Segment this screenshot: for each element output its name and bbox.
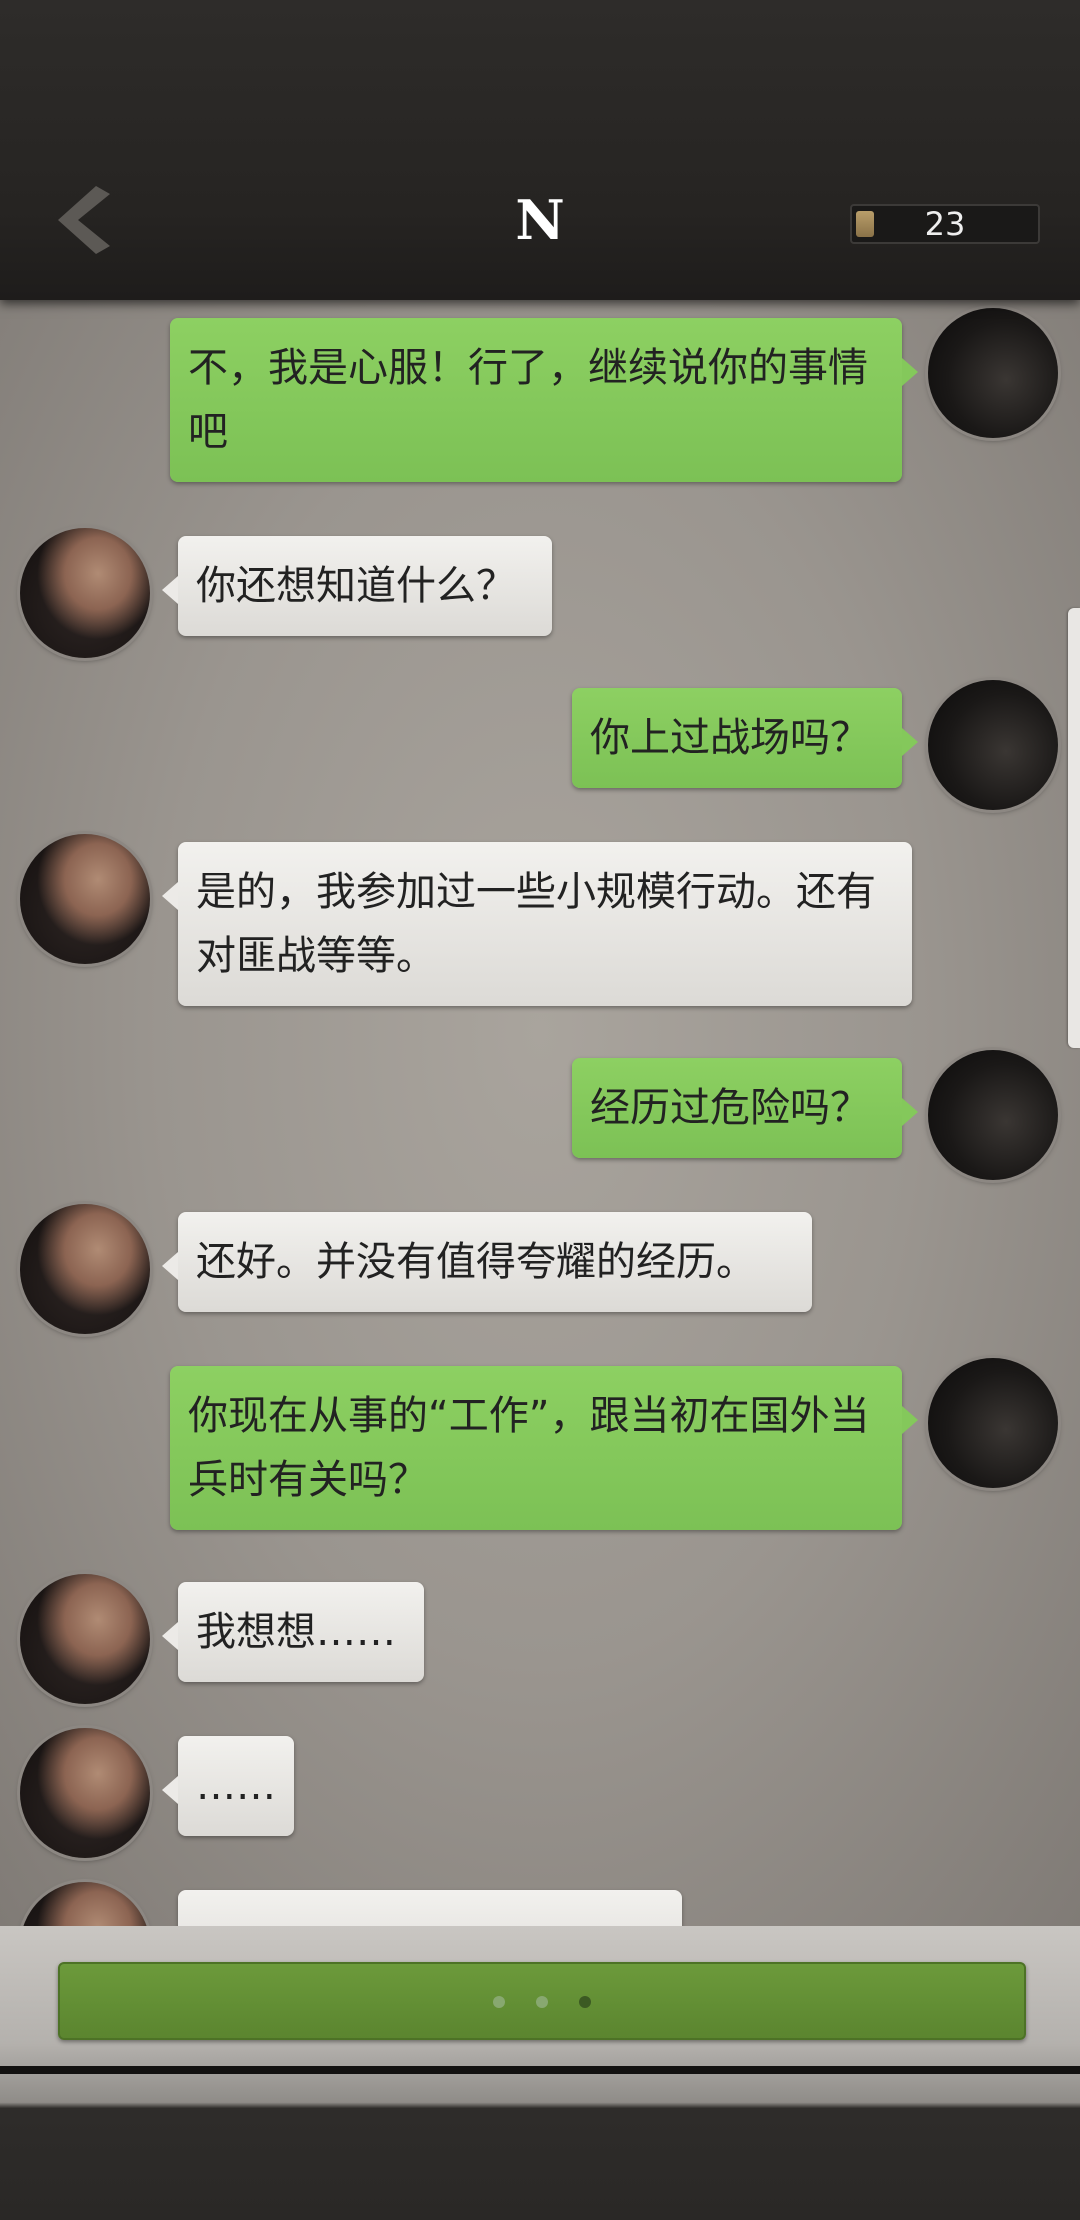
continue-button[interactable] — [58, 1962, 1026, 2040]
avatar-contact[interactable] — [20, 1574, 150, 1704]
typing-dot — [536, 1995, 548, 2008]
avatar-contact[interactable] — [20, 1728, 150, 1858]
avatar-me[interactable] — [928, 680, 1058, 810]
avatar-contact[interactable] — [20, 1882, 150, 1926]
avatar-me[interactable] — [928, 1050, 1058, 1180]
counter-value: 23 — [924, 205, 966, 243]
message-bubble-me: 你现在从事的“工作”，跟当初在国外当兵时有关吗？ — [170, 1366, 918, 1530]
divider — [0, 2066, 1080, 2074]
message-bubble-contact: 是的，我参加过一些小规模行动。还有对匪战等等。 — [162, 842, 912, 1006]
message-bubble-contact: 你还想知道什么？ — [162, 536, 552, 636]
message-bubble-me: 不，我是心服！行了，继续说你的事情吧 — [170, 318, 918, 482]
avatar-me[interactable] — [928, 1358, 1058, 1488]
avatar-me[interactable] — [928, 308, 1058, 438]
avatar-contact[interactable] — [20, 528, 150, 658]
top-bar: N 23 — [0, 0, 1080, 300]
avatar-contact[interactable] — [20, 834, 150, 964]
message-bubble-me: 你上过战场吗？ — [572, 688, 918, 788]
message-bubble-contact — [178, 1890, 682, 1926]
counter-badge: 23 — [850, 204, 1040, 244]
scrollbar[interactable] — [1068, 608, 1080, 1048]
chat-area[interactable]: 不，我是心服！行了，继续说你的事情吧 你还想知道什么？ 你上过战场吗？ 是的，我… — [0, 300, 1080, 1926]
message-bubble-contact: 还好。并没有值得夸耀的经历。 — [162, 1212, 812, 1312]
avatar-contact[interactable] — [20, 1204, 150, 1334]
bottom-bar — [0, 1926, 1080, 2220]
typing-dot-active — [579, 1995, 592, 2008]
typing-dot — [492, 1995, 505, 2008]
message-bubble-me: 经历过危险吗？ — [572, 1058, 918, 1158]
message-bubble-contact: 我想想…… — [162, 1582, 424, 1682]
typing-indicator — [60, 1964, 1024, 2038]
message-bubble-contact: …… — [162, 1736, 294, 1836]
